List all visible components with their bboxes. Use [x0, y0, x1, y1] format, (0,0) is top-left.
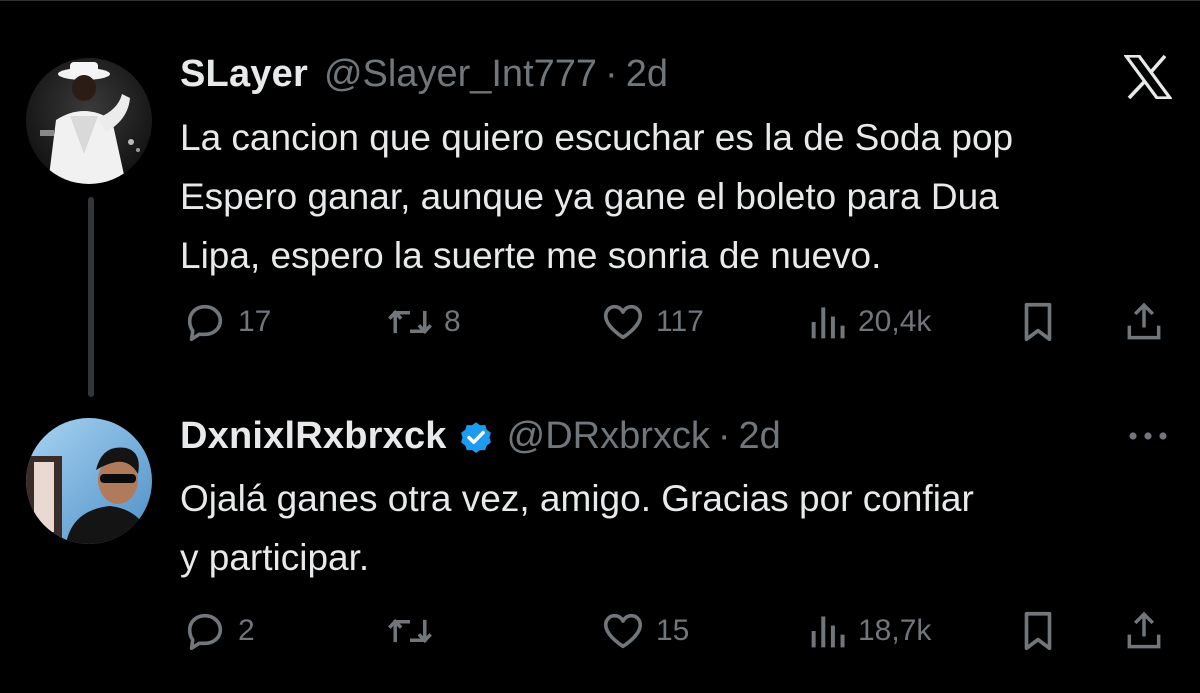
- tweet-actions: 2 15 18,7k: [0, 606, 1200, 656]
- like-count: 15: [656, 614, 690, 647]
- tweet-original[interactable]: SLayer @Slayer_Int777 · 2d La cancion qu…: [0, 1, 1200, 401]
- bookmark-icon: [1024, 302, 1052, 342]
- avatar-dxnixlrxbrxck-image: [26, 418, 152, 544]
- reply-button[interactable]: 17: [182, 297, 271, 347]
- meta-separator: ·: [605, 53, 618, 95]
- retweet-button[interactable]: [386, 606, 444, 656]
- bookmark-button[interactable]: [1018, 606, 1058, 656]
- like-button[interactable]: 117: [600, 297, 704, 347]
- display-name[interactable]: SLayer: [180, 53, 308, 96]
- tweet-text-line: Lipa, espero la suerte me sonria de nuev…: [180, 235, 882, 276]
- bookmark-button[interactable]: [1018, 297, 1058, 347]
- views-button[interactable]: 18,7k: [808, 606, 931, 656]
- views-count: 18,7k: [858, 614, 932, 647]
- share-button[interactable]: [1122, 297, 1166, 347]
- retweet-count: 8: [444, 305, 461, 338]
- avatar-dxnixlrxbrxck[interactable]: [26, 418, 152, 544]
- reply-count: 17: [238, 305, 272, 338]
- views-icon: [811, 616, 845, 648]
- timestamp[interactable]: 2d: [626, 53, 668, 96]
- tweet-reply[interactable]: DxnixlRxbrxck @DRxbrxck · 2d Ojalá ganes…: [0, 401, 1200, 693]
- like-button[interactable]: 15: [600, 606, 689, 656]
- tweet-header: SLayer @Slayer_Int777 · 2d: [180, 53, 668, 96]
- x-logo-icon: [1124, 55, 1172, 99]
- like-count: 117: [656, 305, 704, 338]
- tweet-text: La cancion que quiero escuchar es la de …: [180, 108, 1180, 285]
- user-handle[interactable]: @Slayer_Int777: [324, 53, 597, 96]
- verified-badge-icon: [460, 421, 491, 453]
- user-handle[interactable]: @DRxbrxck: [507, 415, 710, 458]
- more-options-icon[interactable]: [1126, 429, 1170, 443]
- tweet-actions: 17 8 117 20,4k: [0, 297, 1200, 347]
- tweet-text-line: La cancion que quiero escuchar es la de …: [180, 117, 1014, 158]
- tweet-text: Ojalá ganes otra vez, amigo. Gracias por…: [180, 469, 1180, 587]
- reply-count: 2: [238, 614, 255, 647]
- retweet-icon: [388, 309, 432, 335]
- tweet-text-line: Ojalá ganes otra vez, amigo. Gracias por…: [180, 478, 974, 519]
- avatar-slayer-image: [26, 58, 152, 184]
- tweet-text-line: y participar.: [180, 537, 370, 578]
- bookmark-icon: [1024, 611, 1052, 651]
- reply-button[interactable]: 2: [182, 606, 255, 656]
- retweet-button[interactable]: 8: [386, 297, 461, 347]
- meta-separator: ·: [717, 415, 731, 457]
- heart-icon: [603, 613, 643, 649]
- tweet-thread-screenshot: SLayer @Slayer_Int777 · 2d La cancion qu…: [0, 0, 1200, 693]
- display-name[interactable]: DxnixlRxbrxck: [180, 415, 447, 458]
- tweet-header: DxnixlRxbrxck @DRxbrxck · 2d: [180, 415, 781, 458]
- retweet-icon: [388, 618, 432, 644]
- tweet-text-line: Espero ganar, aunque ya gane el boleto p…: [180, 176, 999, 217]
- share-button[interactable]: [1122, 606, 1166, 656]
- reply-icon: [187, 613, 223, 651]
- views-icon: [811, 307, 845, 339]
- timestamp[interactable]: 2d: [739, 415, 781, 458]
- share-icon: [1127, 611, 1161, 649]
- views-count: 20,4k: [858, 305, 932, 338]
- views-button[interactable]: 20,4k: [808, 297, 931, 347]
- share-icon: [1127, 302, 1161, 340]
- heart-icon: [603, 304, 643, 340]
- reply-icon: [187, 304, 223, 342]
- avatar-slayer[interactable]: [26, 58, 152, 184]
